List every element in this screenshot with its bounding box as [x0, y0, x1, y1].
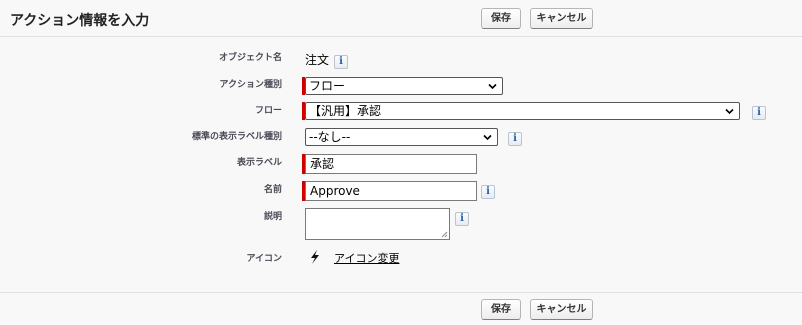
flow-info-icon[interactable]: i: [752, 106, 766, 120]
name-label: 名前: [263, 185, 282, 195]
footer-save-button[interactable]: 保存: [481, 299, 521, 320]
standard-label-type-label: 標準の表示ラベル種別: [191, 132, 282, 142]
action-type-select[interactable]: フロー: [305, 77, 503, 95]
object-name-info-icon[interactable]: i: [334, 55, 348, 69]
cancel-button[interactable]: キャンセル: [530, 8, 593, 29]
object-name-label: オブジェクト名: [218, 53, 282, 63]
chevron-down-icon: [725, 108, 734, 115]
footer-cancel-button[interactable]: キャンセル: [530, 299, 593, 320]
chevron-down-icon: [488, 83, 497, 90]
action-type-selected-value: フロー: [309, 79, 346, 93]
footer-divider: [0, 292, 802, 293]
chevron-down-icon: [483, 134, 492, 141]
standard-label-type-selected-value: --なし--: [309, 130, 351, 144]
display-label-label: 表示ラベル: [236, 158, 282, 168]
icon-label: アイコン: [246, 254, 282, 264]
name-input[interactable]: Approve: [305, 181, 477, 201]
change-icon-link[interactable]: アイコン変更: [334, 250, 399, 266]
lightning-bolt-icon: [311, 250, 319, 264]
display-label-input[interactable]: 承認: [305, 154, 477, 174]
resize-grip-icon[interactable]: [441, 231, 448, 238]
object-name-value: 注文: [305, 53, 330, 67]
flow-label: フロー: [254, 106, 282, 116]
action-type-label: アクション種別: [219, 80, 282, 90]
standard-label-type-select[interactable]: --なし--: [305, 128, 498, 146]
flow-select[interactable]: 【汎用】承認: [305, 102, 740, 120]
page-title: アクション情報を入力: [10, 13, 150, 29]
description-info-icon[interactable]: i: [455, 212, 469, 226]
flow-selected-value: 【汎用】承認: [309, 104, 382, 118]
page-header: アクション情報を入力 保存 キャンセル: [0, 0, 802, 37]
standard-label-type-info-icon[interactable]: i: [508, 132, 522, 146]
description-textarea[interactable]: [305, 208, 450, 240]
save-button[interactable]: 保存: [481, 8, 521, 29]
name-info-icon[interactable]: i: [481, 185, 495, 199]
description-label: 説明: [263, 212, 282, 222]
